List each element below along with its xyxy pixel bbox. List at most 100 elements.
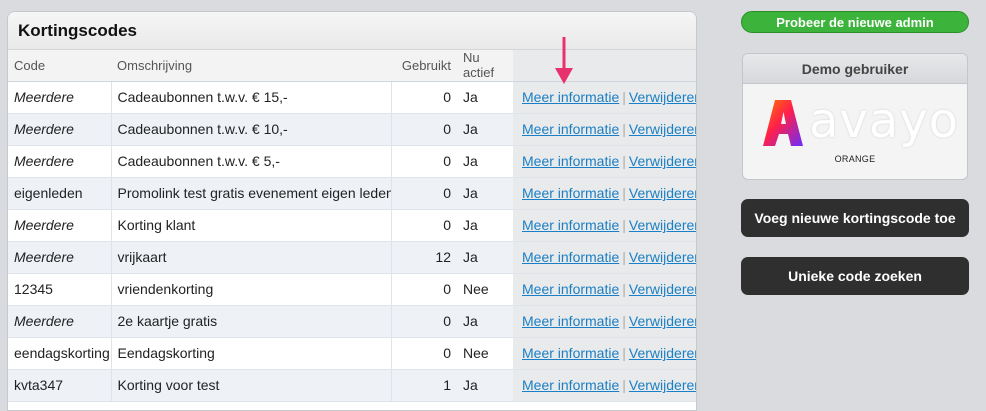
table-row: Meerdere 2e kaartje gratis 0 Ja Meer informa… xyxy=(8,305,696,338)
actions-cell: Meer informatie | Verwijderen xyxy=(513,305,696,338)
code-cell: Meerdere xyxy=(8,209,112,242)
link-separator: | xyxy=(622,249,626,265)
table-row: Meerdere Korting klant 0 Ja Meer informatie |… xyxy=(8,209,696,242)
description-cell: Korting voor test xyxy=(111,369,392,402)
table-row: Meerdere vrijkaart 12 Ja Meer informatie | Ver… xyxy=(8,241,696,274)
table-row: Meerdere Cadeaubonnen t.w.v. € 5,- 0 Ja Meer… xyxy=(8,145,696,178)
link-separator: | xyxy=(622,121,626,137)
column-header-used: Gebruikt xyxy=(391,50,457,82)
active-cell: Ja xyxy=(457,305,513,338)
used-cell: 0 xyxy=(391,209,457,242)
description-cell: Cadeaubonnen t.w.v. € 5,- xyxy=(111,145,392,178)
more-info-link[interactable]: Meer informatie xyxy=(522,89,619,105)
delete-link[interactable]: Verwijderen xyxy=(629,89,696,105)
table-body: Meerdere Cadeaubonnen t.w.v. € 15,- 0 Ja Mee… xyxy=(8,81,696,402)
table-row: eigenleden Promolink test gratis evenemen… xyxy=(8,177,696,210)
used-cell: 0 xyxy=(391,145,457,178)
used-cell: 0 xyxy=(391,273,457,306)
description-cell: vriendenkorting xyxy=(111,273,392,306)
link-separator: | xyxy=(622,217,626,233)
discount-codes-table: Code Omschrijving Gebruikt Nu actief Mee… xyxy=(8,50,696,402)
table-row: eendagskorting Eendagskorting 0 Nee Meer inf… xyxy=(8,337,696,370)
code-cell: eendagskorting xyxy=(8,337,112,370)
more-info-link[interactable]: Meer informatie xyxy=(522,281,619,297)
delete-link[interactable]: Verwijderen xyxy=(629,377,696,393)
link-separator: | xyxy=(622,89,626,105)
used-cell: 0 xyxy=(391,81,457,114)
used-cell: 0 xyxy=(391,113,457,146)
more-info-link[interactable]: Meer informatie xyxy=(522,121,619,137)
table-row: 12345 vriendenkorting 0 Nee Meer informatie |… xyxy=(8,273,696,306)
actions-cell: Meer informatie | Verwijderen xyxy=(513,113,696,146)
link-separator: | xyxy=(622,153,626,169)
link-separator: | xyxy=(622,281,626,297)
demo-user-box: Demo gebruiker avayo ORANGE xyxy=(742,53,968,180)
actions-cell: Meer informatie | Verwijderen xyxy=(513,177,696,210)
more-info-link[interactable]: Meer informatie xyxy=(522,217,619,233)
search-unique-code-button[interactable]: Unieke code zoeken xyxy=(741,257,969,295)
arrow-down-icon xyxy=(555,37,573,84)
more-info-link[interactable]: Meer informatie xyxy=(522,153,619,169)
delete-link[interactable]: Verwijderen xyxy=(629,345,696,361)
active-cell: Ja xyxy=(457,113,513,146)
add-discount-code-button[interactable]: Voeg nieuwe kortingscode toe xyxy=(741,199,969,237)
more-info-link[interactable]: Meer informatie xyxy=(522,185,619,201)
link-separator: | xyxy=(622,345,626,361)
description-cell: Cadeaubonnen t.w.v. € 10,- xyxy=(111,113,392,146)
delete-link[interactable]: Verwijderen xyxy=(629,153,696,169)
demo-user-subtitle: ORANGE xyxy=(834,154,876,164)
logo-text: avayo xyxy=(809,93,960,149)
delete-link[interactable]: Verwijderen xyxy=(629,249,696,265)
code-cell: Meerdere xyxy=(8,241,112,274)
actions-cell: Meer informatie | Verwijderen xyxy=(513,273,696,306)
more-info-link[interactable]: Meer informatie xyxy=(522,249,619,265)
discount-codes-panel: Kortingscodes Code Omschrijving Gebruikt… xyxy=(7,11,697,411)
more-info-link[interactable]: Meer informatie xyxy=(522,313,619,329)
table-row: Meerdere Cadeaubonnen t.w.v. € 15,- 0 Ja Mee… xyxy=(8,81,696,114)
column-header-description: Omschrijving xyxy=(111,50,391,82)
panel-title: Kortingscodes xyxy=(18,20,138,40)
description-cell: Promolink test gratis evenement eigen le… xyxy=(111,177,392,210)
description-cell: Eendagskorting xyxy=(111,337,392,370)
actions-cell: Meer informatie | Verwijderen xyxy=(513,369,696,402)
table-row: kvta347 Korting voor test 1 Ja Meer informat… xyxy=(8,369,696,402)
code-cell: Meerdere xyxy=(8,305,112,338)
table-row: Meerdere Cadeaubonnen t.w.v. € 10,- 0 Ja Mee… xyxy=(8,113,696,146)
used-cell: 0 xyxy=(391,305,457,338)
panel-header: Kortingscodes xyxy=(8,12,696,50)
actions-cell: Meer informatie | Verwijderen xyxy=(513,145,696,178)
actions-cell: Meer informatie | Verwijderen xyxy=(513,209,696,242)
actions-cell: Meer informatie | Verwijderen xyxy=(513,241,696,274)
try-new-admin-button[interactable]: Probeer de nieuwe admin xyxy=(741,11,969,33)
delete-link[interactable]: Verwijderen xyxy=(629,217,696,233)
code-cell: 12345 xyxy=(8,273,112,306)
used-cell: 0 xyxy=(391,177,457,210)
delete-link[interactable]: Verwijderen xyxy=(629,313,696,329)
active-cell: Nee xyxy=(457,273,513,306)
delete-link[interactable]: Verwijderen xyxy=(629,185,696,201)
link-separator: | xyxy=(622,313,626,329)
actions-cell: Meer informatie | Verwijderen xyxy=(513,337,696,370)
active-cell: Ja xyxy=(457,369,513,402)
description-cell: vrijkaart xyxy=(111,241,392,274)
active-cell: Ja xyxy=(457,145,513,178)
description-cell: Cadeaubonnen t.w.v. € 15,- xyxy=(111,81,392,114)
used-cell: 1 xyxy=(391,369,457,402)
column-header-active: Nu actief xyxy=(457,50,513,82)
delete-link[interactable]: Verwijderen xyxy=(629,121,696,137)
active-cell: Ja xyxy=(457,241,513,274)
delete-link[interactable]: Verwijderen xyxy=(629,281,696,297)
more-info-link[interactable]: Meer informatie xyxy=(522,345,619,361)
more-info-link[interactable]: Meer informatie xyxy=(522,377,619,393)
used-cell: 0 xyxy=(391,337,457,370)
code-cell: Meerdere xyxy=(8,145,112,178)
used-cell: 12 xyxy=(391,241,457,274)
demo-user-title: Demo gebruiker xyxy=(743,54,967,84)
code-cell: Meerdere xyxy=(8,113,112,146)
code-cell: eigenleden xyxy=(8,177,112,210)
active-cell: Ja xyxy=(457,209,513,242)
active-cell: Nee xyxy=(457,337,513,370)
table-header-row: Code Omschrijving Gebruikt Nu actief xyxy=(8,50,696,82)
code-cell: kvta347 xyxy=(8,369,112,402)
avayo-logo-icon: avayo xyxy=(761,92,958,150)
